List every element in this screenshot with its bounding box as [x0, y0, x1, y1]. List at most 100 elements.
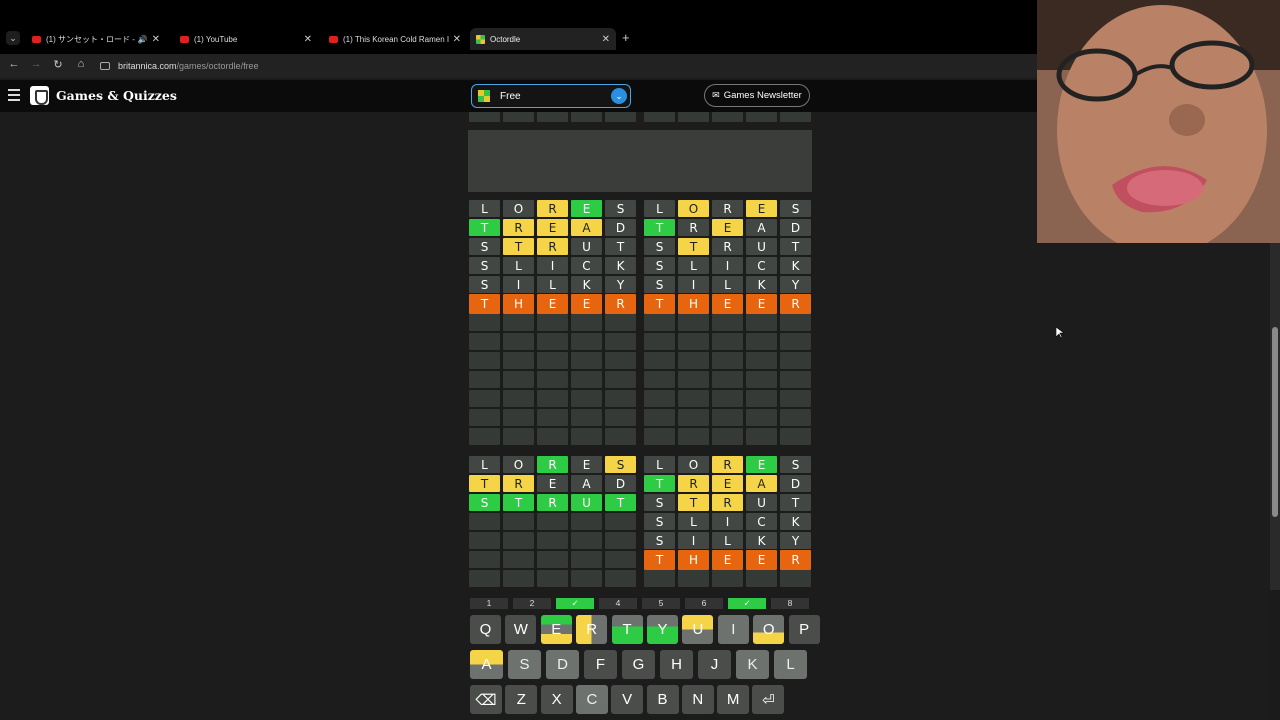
tile [712, 570, 743, 587]
tile: R [678, 219, 709, 236]
key-w[interactable]: W [505, 615, 537, 644]
board-tab-4[interactable]: 4 [599, 598, 637, 609]
back-icon[interactable]: ← [6, 58, 22, 70]
close-tab-icon[interactable]: ✕ [152, 34, 160, 45]
tile [571, 532, 602, 549]
tile [469, 428, 500, 445]
scroll-thumb[interactable] [1272, 327, 1278, 517]
mode-select[interactable]: Free ⌄ [471, 84, 631, 108]
webcam-overlay [1037, 0, 1280, 243]
board-tab-1[interactable]: 1 [470, 598, 508, 609]
key-s[interactable]: S [508, 650, 541, 679]
key-k[interactable]: K [736, 650, 769, 679]
key-a[interactable]: A [470, 650, 503, 679]
youtube-icon [180, 35, 189, 43]
reload-icon[interactable]: ↻ [50, 58, 66, 71]
menu-icon[interactable] [8, 89, 20, 101]
tile: L [503, 257, 534, 274]
tile [469, 551, 500, 568]
newsletter-button[interactable]: ✉ Games Newsletter [704, 84, 810, 107]
key-d[interactable]: D [546, 650, 579, 679]
key-p[interactable]: P [788, 615, 820, 644]
browser-tab-octordle[interactable]: Octordle ✕ [470, 28, 616, 50]
tile: C [746, 257, 777, 274]
key-q[interactable]: Q [470, 615, 501, 644]
tile [605, 314, 636, 331]
url-field[interactable]: britannica.com/games/octordle/free [100, 58, 259, 74]
key-v[interactable]: V [611, 685, 644, 714]
new-tab-icon[interactable]: + [622, 30, 630, 45]
board-tab-2[interactable]: 2 [513, 598, 551, 609]
key-z[interactable]: Z [505, 685, 538, 714]
key-backspace[interactable]: ⌫ [470, 685, 502, 714]
tile [746, 314, 777, 331]
key-t[interactable]: T [611, 615, 643, 644]
tile: T [469, 219, 500, 236]
key-j[interactable]: J [698, 650, 731, 679]
key-e[interactable]: E [540, 615, 572, 644]
board-tab-6[interactable]: 6 [685, 598, 723, 609]
tile [780, 371, 811, 388]
speaker-icon[interactable]: 🔊 [138, 35, 148, 44]
home-icon[interactable]: ⌂ [73, 58, 89, 70]
close-tab-icon[interactable]: ✕ [453, 34, 461, 45]
browser-tab-2[interactable]: (1) YouTube ✕ [174, 28, 318, 50]
tile: U [746, 238, 777, 255]
key-n[interactable]: N [681, 685, 714, 714]
tile [503, 371, 534, 388]
youtube-icon [32, 35, 41, 43]
key-o[interactable]: O [753, 615, 785, 644]
mode-label: Free [500, 90, 521, 102]
tile: T [605, 494, 636, 511]
tile: S [605, 200, 636, 217]
tile: R [712, 238, 743, 255]
key-r[interactable]: R [576, 615, 608, 644]
tile [780, 428, 811, 445]
tile: T [780, 494, 811, 511]
key-b[interactable]: B [646, 685, 679, 714]
tile: R [780, 550, 811, 570]
close-tab-icon[interactable]: ✕ [602, 34, 610, 45]
tab-title: (1) This Korean Cold Ramen Is I [343, 34, 449, 44]
key-f[interactable]: F [584, 650, 617, 679]
board-tab-8[interactable]: 8 [771, 598, 809, 609]
tile [644, 112, 675, 122]
tile [571, 390, 602, 407]
tile [537, 314, 568, 331]
key-g[interactable]: G [622, 650, 655, 679]
key-u[interactable]: U [682, 615, 714, 644]
tile: L [469, 456, 500, 473]
close-tab-icon[interactable]: ✕ [304, 34, 312, 45]
tile [644, 352, 675, 369]
brand-name[interactable]: Games & Quizzes [56, 88, 177, 103]
tile [605, 371, 636, 388]
browser-tab-1[interactable]: (1) サンセット・ロード - YouTub 🔊 ✕ [26, 28, 166, 50]
board-tab-3[interactable]: ✓ [556, 598, 594, 609]
key-i[interactable]: I [717, 615, 749, 644]
board-tab-7[interactable]: ✓ [728, 598, 766, 609]
britannica-logo[interactable] [30, 86, 49, 105]
tile: O [678, 200, 709, 217]
tile [605, 409, 636, 426]
browser-tab-3[interactable]: (1) This Korean Cold Ramen Is I ✕ [323, 28, 467, 50]
tab-search-chevron-icon[interactable]: ⌄ [6, 31, 20, 45]
key-y[interactable]: Y [647, 615, 678, 644]
tile: R [712, 200, 743, 217]
key-h[interactable]: H [660, 650, 693, 679]
tile [571, 428, 602, 445]
key-enter[interactable]: ⏎ [752, 685, 785, 714]
tab-title: (1) サンセット・ロード - YouTub [46, 34, 135, 44]
key-l[interactable]: L [774, 650, 807, 679]
forward-icon[interactable]: → [28, 58, 44, 70]
tile: O [503, 456, 534, 473]
tile [780, 333, 811, 350]
board-tab-5[interactable]: 5 [642, 598, 680, 609]
tile: S [644, 238, 675, 255]
site-info-icon[interactable] [100, 62, 110, 70]
tile [537, 428, 568, 445]
tile: R [605, 294, 636, 314]
key-x[interactable]: X [540, 685, 573, 714]
tile: E [712, 219, 743, 236]
key-m[interactable]: M [717, 685, 750, 714]
key-c[interactable]: C [575, 685, 608, 714]
